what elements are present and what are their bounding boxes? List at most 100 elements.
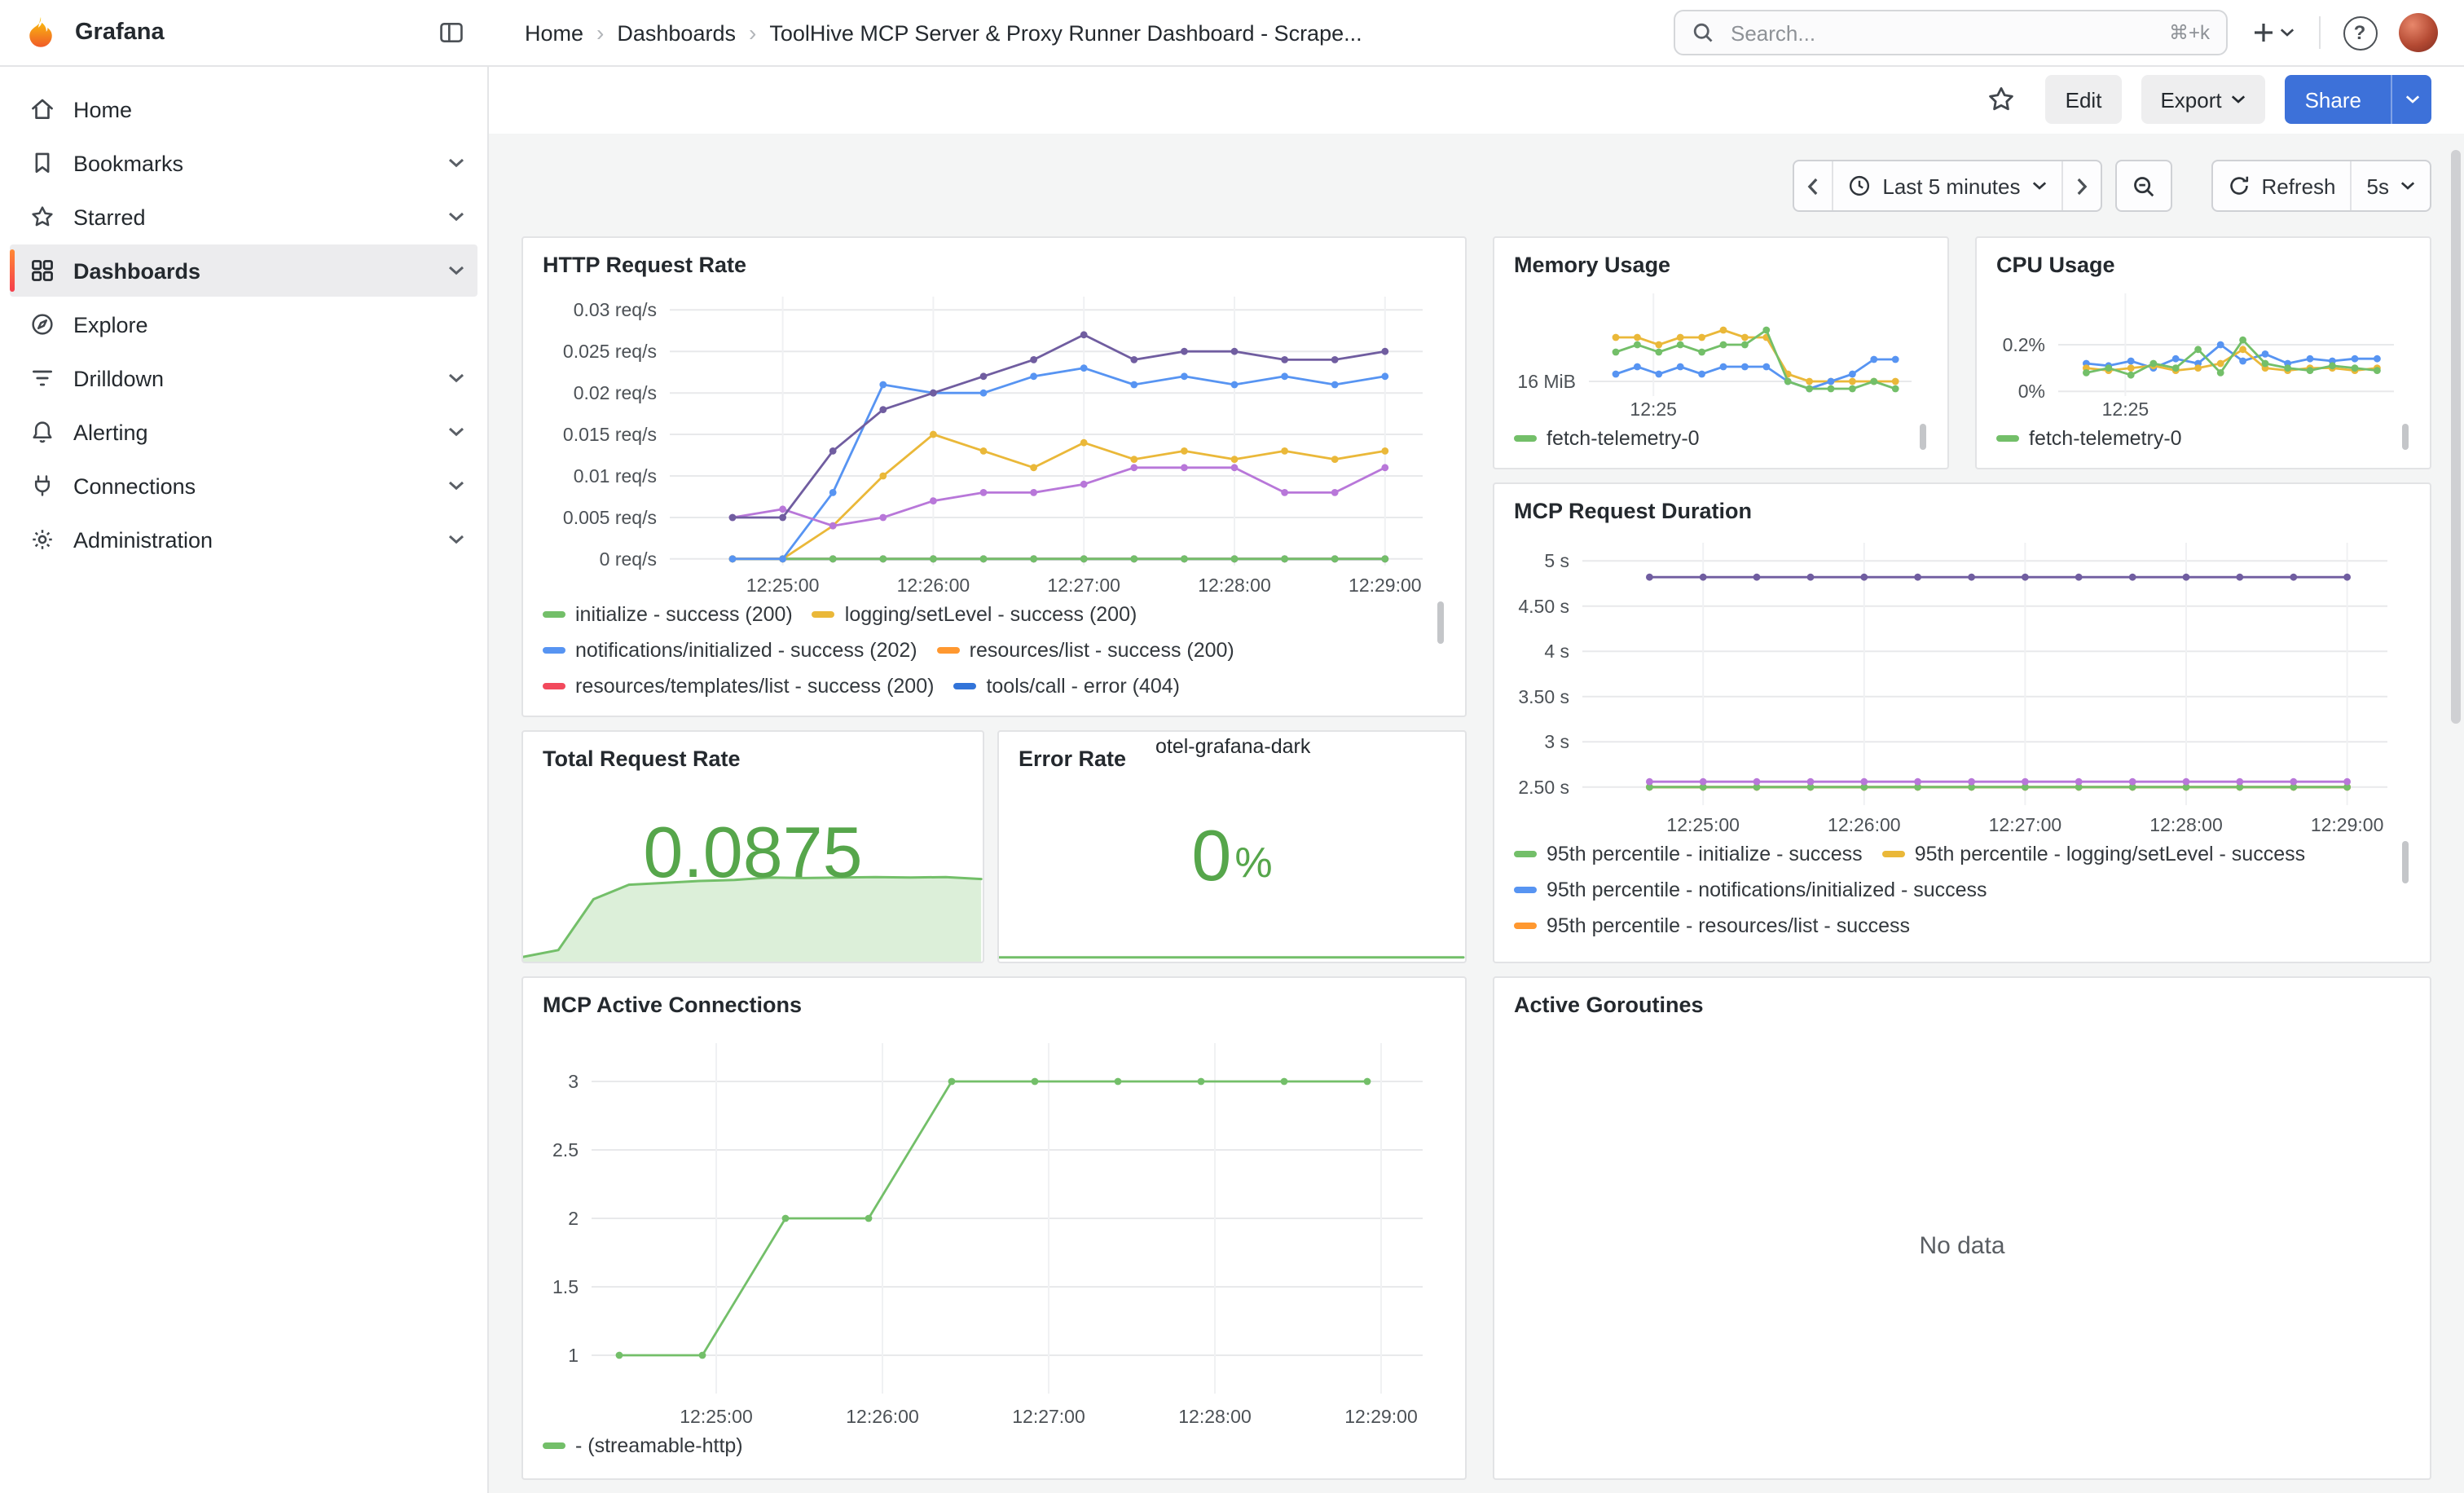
legend-scrollbar[interactable]: [2402, 841, 2409, 883]
sidebar-item-bookmarks[interactable]: Bookmarks: [10, 137, 477, 189]
legend-item[interactable]: resources/list - success (200): [937, 634, 1234, 667]
stat-unit: %: [1234, 837, 1272, 892]
time-range-picker[interactable]: Last 5 minutes: [1832, 161, 2061, 210]
sidebar-item-explore[interactable]: Explore: [10, 298, 477, 350]
gear-icon: [29, 526, 55, 553]
legend-series-label: 95th percentile - logging/setLevel - suc…: [1915, 843, 2305, 865]
bell-icon: [29, 419, 55, 445]
search-box[interactable]: ⌘+k: [1674, 10, 2228, 55]
time-shift-forward-button[interactable]: [2061, 161, 2100, 210]
legend-item[interactable]: tools/call - error (404): [953, 670, 1180, 702]
chevron-down-icon[interactable]: [448, 373, 464, 383]
legend-item[interactable]: notifications/initialized - success (202…: [543, 634, 917, 667]
sidebar-item-starred[interactable]: Starred: [10, 191, 477, 243]
dashboard-toolbar: Edit Export Share: [1978, 75, 2431, 124]
memory-usage-chart[interactable]: 16 MiB12:25: [1514, 284, 1928, 422]
chevron-down-icon[interactable]: [448, 481, 464, 491]
sidebar-item-administration[interactable]: Administration: [10, 513, 477, 566]
panel-title[interactable]: Total Request Rate: [543, 742, 963, 777]
help-button[interactable]: ?: [2337, 10, 2383, 55]
sidebar-item-dashboards[interactable]: Dashboards: [10, 244, 477, 297]
legend-item[interactable]: 95th percentile - notifications/initiali…: [1514, 874, 1987, 906]
svg-text:0 req/s: 0 req/s: [600, 548, 657, 570]
sidebar-item-alerting[interactable]: Alerting: [10, 406, 477, 458]
http-request-rate-chart[interactable]: 0 req/s0.005 req/s0.01 req/s0.015 req/s0…: [543, 284, 1445, 598]
mcp-active-connections-chart[interactable]: 11.522.5312:25:0012:26:0012:27:0012:28:0…: [543, 1024, 1445, 1429]
brand-name: Grafana: [75, 20, 165, 46]
svg-text:2.5: 2.5: [552, 1139, 579, 1160]
refresh-interval-picker[interactable]: 5s: [2351, 161, 2430, 210]
chevron-down-icon[interactable]: [448, 212, 464, 222]
legend-item[interactable]: resources/templates/list - success (200): [543, 670, 934, 702]
breadcrumb-home[interactable]: Home: [525, 20, 583, 45]
svg-text:4.50 s: 4.50 s: [1518, 596, 1569, 617]
svg-text:12:29:00: 12:29:00: [1344, 1406, 1418, 1427]
legend-series-label: logging/setLevel - success (200): [845, 603, 1137, 626]
legend-scrollbar[interactable]: [1437, 601, 1444, 644]
svg-text:12:26:00: 12:26:00: [846, 1406, 919, 1427]
panel-title[interactable]: HTTP Request Rate: [543, 248, 1445, 284]
search-input[interactable]: [1727, 19, 2156, 46]
legend-item[interactable]: - (streamable-http): [543, 1429, 743, 1462]
favorite-star-button[interactable]: [1978, 75, 2026, 124]
panel-title[interactable]: Active Goroutines: [1514, 988, 2410, 1024]
export-button[interactable]: Export: [2141, 75, 2265, 124]
sidebar-item-home[interactable]: Home: [10, 83, 477, 135]
mcp-request-duration-chart[interactable]: 2.50 s3 s3.50 s4 s4.50 s5 s12:25:0012:26…: [1514, 530, 2410, 838]
panel-memory-usage: Memory Usage 16 MiB12:25 fetch-telemetry…: [1493, 236, 1949, 469]
dock-sidebar-icon[interactable]: [430, 11, 473, 54]
cpu-usage-chart[interactable]: 0.2%0%12:25: [1996, 284, 2410, 422]
sidebar-item-label: Starred: [73, 205, 146, 229]
svg-text:0%: 0%: [2018, 381, 2045, 402]
legend-item[interactable]: fetch-telemetry-0: [1514, 422, 1700, 455]
legend-item[interactable]: initialize - success (200): [543, 598, 793, 631]
edit-button-label: Edit: [2066, 87, 2102, 112]
share-menu-button[interactable]: [2391, 75, 2431, 124]
svg-text:0.015 req/s: 0.015 req/s: [563, 424, 657, 445]
page-scrollbar[interactable]: [2451, 150, 2461, 724]
new-menu-button[interactable]: [2244, 10, 2303, 55]
svg-text:0.025 req/s: 0.025 req/s: [563, 341, 657, 362]
chevron-down-icon: [2031, 181, 2046, 191]
legend-item[interactable]: fetch-telemetry-0: [1996, 422, 2182, 455]
legend-series-label: 95th percentile - resources/templates/li…: [1547, 950, 2004, 952]
breadcrumb: Home › Dashboards › ToolHive MCP Server …: [489, 20, 1674, 46]
legend-item[interactable]: logging/setLevel - success (200): [812, 598, 1137, 631]
grafana-logo-icon[interactable]: [23, 15, 59, 51]
panel-active-goroutines: Active Goroutines No data: [1493, 976, 2431, 1480]
time-range-label: Last 5 minutes: [1882, 174, 2020, 198]
sidebar-item-drilldown[interactable]: Drilldown: [10, 352, 477, 404]
panel-title[interactable]: MCP Active Connections: [543, 988, 1445, 1024]
refresh-label: Refresh: [2261, 174, 2335, 198]
sidebar-item-label: Drilldown: [73, 366, 164, 390]
plug-icon: [29, 473, 55, 499]
legend-series-label: tools/call - error (404): [986, 675, 1180, 698]
chevron-down-icon[interactable]: [448, 158, 464, 168]
user-avatar[interactable]: [2399, 13, 2438, 52]
zoom-out-group: [2114, 160, 2171, 212]
legend-scrollbar[interactable]: [1920, 424, 1926, 450]
legend-series-color: [953, 683, 976, 689]
legend-item[interactable]: 95th percentile - initialize - success: [1514, 838, 1863, 870]
edit-button[interactable]: Edit: [2046, 75, 2122, 124]
legend-item[interactable]: 95th percentile - logging/setLevel - suc…: [1882, 838, 2305, 870]
legend-item[interactable]: 95th percentile - resources/templates/li…: [1514, 945, 2004, 952]
chevron-down-icon[interactable]: [448, 427, 464, 437]
svg-text:0.03 req/s: 0.03 req/s: [574, 299, 657, 320]
zoom-out-button[interactable]: [2116, 161, 2170, 210]
legend-scrollbar[interactable]: [2402, 424, 2409, 450]
stat-body: 0.0875: [543, 777, 963, 952]
breadcrumb-dashboards[interactable]: Dashboards: [617, 20, 736, 45]
panel-title[interactable]: CPU Usage: [1996, 248, 2410, 284]
chevron-down-icon[interactable]: [448, 266, 464, 275]
refresh-button[interactable]: Refresh: [2212, 161, 2350, 210]
legend-series-color: [543, 1442, 565, 1449]
panel-title[interactable]: MCP Request Duration: [1514, 494, 2410, 530]
panel-title[interactable]: Memory Usage: [1514, 248, 1928, 284]
sidebar-item-connections[interactable]: Connections: [10, 460, 477, 512]
svg-text:16 MiB: 16 MiB: [1517, 371, 1576, 392]
legend-item[interactable]: 95th percentile - resources/list - succe…: [1514, 909, 1910, 942]
time-shift-back-button[interactable]: [1794, 161, 1832, 210]
share-button[interactable]: Share: [2286, 75, 2381, 124]
chevron-down-icon[interactable]: [448, 535, 464, 544]
